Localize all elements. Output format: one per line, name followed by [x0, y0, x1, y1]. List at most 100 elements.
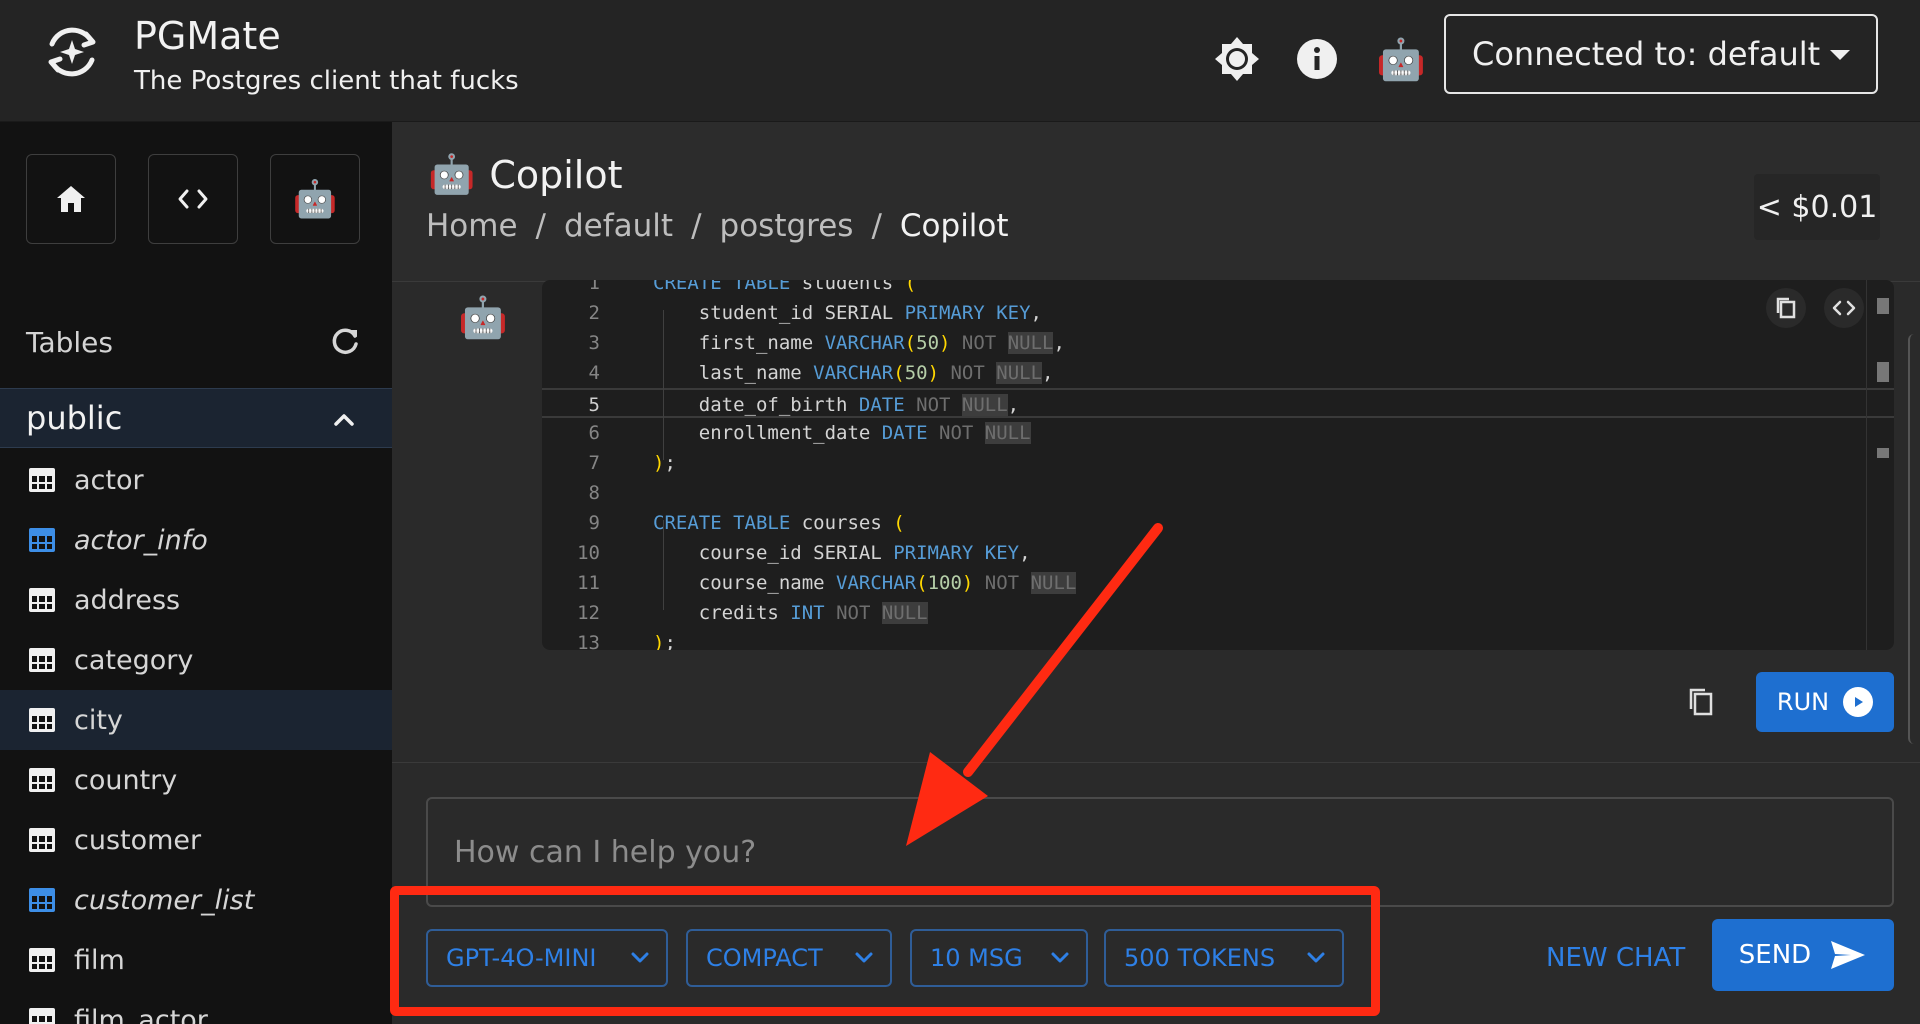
table-list: actor actor_info address category city countr… [0, 450, 392, 1024]
schema-public-toggle[interactable]: public [0, 388, 392, 448]
table-icon [29, 828, 55, 852]
table-icon [29, 708, 55, 732]
sidebar-table-item[interactable]: address [0, 570, 392, 630]
line-number: 3 [588, 332, 600, 354]
new-chat-button[interactable]: NEW CHAT [1546, 933, 1685, 983]
table-icon [29, 888, 55, 912]
line-number: 8 [588, 482, 600, 504]
page-title: 🤖 Copilot [428, 152, 623, 197]
line-number: 13 [577, 632, 600, 650]
bot-avatar-icon: 🤖 [458, 295, 508, 341]
breadcrumb-separator: / [691, 208, 702, 244]
copy-code-icon[interactable] [1766, 288, 1806, 328]
breadcrumb-separator: / [871, 208, 882, 244]
annotation-highlight-box [390, 886, 1380, 1016]
connection-dropdown[interactable]: Connected to: default [1444, 14, 1878, 94]
code-text: date_of_birth DATE NOT NULL, [653, 394, 1020, 416]
line-number: 7 [588, 452, 600, 474]
code-view-icon[interactable] [1824, 288, 1864, 328]
nav-copilot-button[interactable]: 🤖 [270, 154, 360, 244]
cost-badge: < $0.01 [1754, 174, 1880, 240]
table-icon [29, 648, 55, 672]
code-text: enrollment_date DATE NOT NULL [653, 422, 1031, 444]
page-header: 🤖 Copilot Home / default / postgres / Co… [392, 122, 1920, 282]
nav-code-button[interactable] [148, 154, 238, 244]
code-text: credits INT NOT NULL [653, 602, 928, 624]
sidebar-table-item[interactable]: actor_info [0, 510, 392, 570]
home-icon [57, 186, 85, 212]
code-editor[interactable]: 13); 12 credits INT NOT NULL 11 course_nam… [542, 280, 1894, 650]
code-text: CREATE TABLE courses ( [653, 512, 905, 534]
sidebar-table-item[interactable]: city [0, 690, 392, 750]
robot-icon: 🤖 [428, 152, 476, 196]
scrollbar-marker [1877, 298, 1889, 314]
table-name: film_actor [74, 1004, 208, 1024]
table-name: category [74, 644, 194, 676]
send-icon [1831, 941, 1866, 969]
breadcrumb-current: Copilot [899, 208, 1009, 244]
code-text: last_name VARCHAR(50) NOT NULL, [653, 362, 1054, 384]
refresh-icon[interactable] [328, 324, 362, 358]
chevron-up-icon [334, 414, 354, 426]
breadcrumb-database[interactable]: postgres [720, 208, 854, 244]
sidebar-table-item[interactable]: film [0, 930, 392, 990]
nav-home-button[interactable] [26, 154, 116, 244]
table-icon [29, 468, 55, 492]
sidebar-table-item[interactable]: customer_list [0, 870, 392, 930]
info-icon[interactable] [1292, 34, 1342, 84]
robot-icon: 🤖 [292, 179, 338, 220]
editor-scrollbar[interactable] [1866, 280, 1894, 650]
line-number: 5 [588, 394, 600, 416]
code-line: 2 student_id SERIAL PRIMARY KEY, [542, 298, 1894, 328]
table-name: city [74, 704, 123, 736]
play-icon [1843, 687, 1874, 717]
code-line: 4 last_name VARCHAR(50) NOT NULL, [542, 358, 1894, 388]
sidebar-table-item[interactable]: country [0, 750, 392, 810]
run-button-label: RUN [1776, 688, 1830, 716]
line-number: 11 [577, 572, 600, 594]
table-icon [29, 528, 55, 552]
code-line: 7); [542, 448, 1894, 478]
code-text: ); [653, 452, 676, 474]
line-number: 6 [588, 422, 600, 444]
code-line: 3 first_name VARCHAR(50) NOT NULL, [542, 328, 1894, 358]
app-title: PGMate [134, 14, 281, 58]
table-name: actor [74, 464, 144, 496]
copy-icon[interactable] [1682, 682, 1722, 722]
code-text: student_id SERIAL PRIMARY KEY, [653, 302, 1042, 324]
breadcrumb-connection[interactable]: default [564, 208, 673, 244]
sidebar-table-item[interactable]: film_actor [0, 990, 392, 1024]
scrollbar-marker [1877, 362, 1889, 382]
table-icon [29, 1008, 55, 1024]
code-line: 9 CREATE TABLE courses ( [542, 508, 1894, 538]
chat-scrollbar[interactable] [1908, 334, 1920, 744]
theme-toggle-icon[interactable] [1212, 34, 1262, 84]
line-number: 2 [588, 302, 600, 324]
sidebar-table-item[interactable]: customer [0, 810, 392, 870]
code-text: CREATE TABLE students ( [653, 280, 917, 294]
table-name: customer [74, 824, 202, 856]
page-title-text: Copilot [489, 152, 623, 197]
code-line: 13); [542, 628, 1894, 650]
sidebar: 🤖 Tables public actor actor_info address ca… [0, 122, 392, 1024]
table-icon [29, 948, 55, 972]
table-name: customer_list [74, 884, 255, 916]
sidebar-table-item[interactable]: actor [0, 450, 392, 510]
indent-guide [663, 310, 664, 460]
connection-label: Connected to: default [1472, 35, 1821, 73]
top-bar: PGMate The Postgres client that fucks 🤖 … [0, 0, 1920, 122]
code-text: course_id SERIAL PRIMARY KEY, [653, 542, 1031, 564]
code-text: course_name VARCHAR(100) NOT NULL [653, 572, 1077, 594]
app-subtitle: The Postgres client that fucks [134, 66, 519, 96]
code-line: 1 CREATE TABLE students ( [542, 280, 1894, 298]
sidebar-table-item[interactable]: category [0, 630, 392, 690]
code-icon [178, 189, 208, 209]
chat-area: 🤖 13); 12 credits INT NOT NULL 11 course_n… [392, 280, 1920, 762]
run-button[interactable]: RUN [1756, 672, 1894, 732]
send-button[interactable]: SEND [1712, 919, 1894, 991]
breadcrumb-home[interactable]: Home [426, 208, 518, 244]
app-logo-icon [48, 27, 96, 77]
robot-icon[interactable]: 🤖 [1376, 34, 1426, 84]
line-number: 9 [588, 512, 600, 534]
code-text: first_name VARCHAR(50) NOT NULL, [653, 332, 1065, 354]
